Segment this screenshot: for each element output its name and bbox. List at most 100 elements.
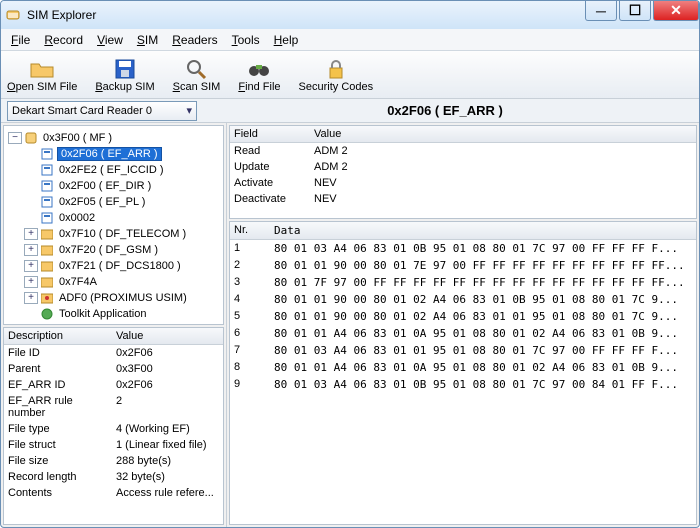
data-row[interactable]: 980 01 03 A4 06 83 01 0B 95 01 08 80 01 … — [230, 376, 696, 393]
left-column: −0x3F00 ( MF )0x2F06 ( EF_ARR )0x2FE2 ( … — [1, 123, 227, 527]
field-row[interactable]: ActivateNEV — [230, 175, 696, 191]
collapse-icon[interactable]: − — [8, 132, 22, 144]
df-icon — [40, 243, 54, 257]
tree-node[interactable]: +0x7F4A — [6, 274, 221, 290]
sim-icon — [24, 131, 38, 145]
file-tree[interactable]: −0x3F00 ( MF )0x2F06 ( EF_ARR )0x2FE2 ( … — [3, 125, 224, 325]
app-icon — [5, 7, 21, 23]
data-row[interactable]: 680 01 01 A4 06 83 01 0A 95 01 08 80 01 … — [230, 325, 696, 342]
field-value: ADM 2 — [310, 143, 696, 159]
desc-row[interactable]: File ID0x2F06 — [4, 345, 223, 361]
ef-icon — [40, 211, 54, 225]
tree-node-label: 0x2F05 ( EF_PL ) — [57, 196, 147, 208]
data-row[interactable]: 880 01 01 A4 06 83 01 0A 95 01 08 80 01 … — [230, 359, 696, 376]
data-nr: 8 — [230, 359, 270, 376]
desc-row[interactable]: EF_ARR ID0x2F06 — [4, 377, 223, 393]
data-bytes: 80 01 03 A4 06 83 01 0B 95 01 08 80 01 7… — [270, 240, 696, 257]
expand-icon[interactable]: + — [24, 244, 38, 256]
expand-icon[interactable]: + — [24, 292, 38, 304]
data-bytes: 80 01 01 90 00 80 01 02 A4 06 83 01 01 9… — [270, 308, 696, 325]
ef-icon — [40, 163, 54, 177]
field-row[interactable]: ReadADM 2 — [230, 143, 696, 159]
folder-icon — [28, 57, 56, 81]
desc-header-key[interactable]: Description — [4, 328, 112, 344]
close-button[interactable]: ✕ — [653, 1, 699, 21]
menu-record[interactable]: Record — [38, 31, 89, 49]
field-value-panel[interactable]: FieldValueReadADM 2UpdateADM 2ActivateNE… — [229, 125, 697, 219]
maximize-button[interactable]: ☐ — [619, 1, 651, 21]
toolbar-magnifier-button[interactable]: Scan SIM — [173, 57, 221, 93]
data-row[interactable]: 180 01 03 A4 06 83 01 0B 95 01 08 80 01 … — [230, 240, 696, 257]
field-header-field[interactable]: Field — [230, 126, 310, 142]
right-column: FieldValueReadADM 2UpdateADM 2ActivateNE… — [227, 123, 699, 527]
tree-node[interactable]: 0x0002 — [6, 210, 221, 226]
expand-icon[interactable]: + — [24, 260, 38, 272]
desc-row[interactable]: Parent0x3F00 — [4, 361, 223, 377]
field-row[interactable]: DeactivateNEV — [230, 191, 696, 207]
desc-row[interactable]: EF_ARR rule number2 — [4, 393, 223, 421]
tree-node[interactable]: +0x7F21 ( DF_DCS1800 ) — [6, 258, 221, 274]
desc-header-value[interactable]: Value — [112, 328, 223, 344]
data-row[interactable]: 780 01 03 A4 06 83 01 01 95 01 08 80 01 … — [230, 342, 696, 359]
reader-select[interactable]: Dekart Smart Card Reader 0 — [7, 101, 197, 121]
data-header-nr[interactable]: Nr. — [230, 222, 270, 239]
desc-row[interactable]: File size288 byte(s) — [4, 453, 223, 469]
menu-tools[interactable]: Tools — [226, 31, 266, 49]
data-row[interactable]: 380 01 7F 97 00 FF FF FF FF FF FF FF FF … — [230, 274, 696, 291]
field-name: Deactivate — [230, 191, 310, 207]
toolbar-folder-button[interactable]: Open SIM File — [7, 57, 77, 93]
tree-node[interactable]: 0x2F05 ( EF_PL ) — [6, 194, 221, 210]
data-row[interactable]: 480 01 01 90 00 80 01 02 A4 06 83 01 0B … — [230, 291, 696, 308]
tree-node[interactable]: +0x7F20 ( DF_GSM ) — [6, 242, 221, 258]
magnifier-icon — [182, 57, 210, 81]
tree-node-label: Toolkit Application — [57, 308, 148, 320]
tree-node-label: 0x7F4A — [57, 276, 99, 288]
desc-row[interactable]: Record length32 byte(s) — [4, 469, 223, 485]
desc-key: Contents — [4, 485, 112, 501]
description-panel[interactable]: DescriptionValueFile ID0x2F06Parent0x3F0… — [3, 327, 224, 525]
app-window: SIM Explorer ─ ☐ ✕ FileRecordViewSIMRead… — [0, 0, 700, 528]
desc-row[interactable]: ContentsAccess rule refere... — [4, 485, 223, 501]
tree-node-label: 0x7F10 ( DF_TELECOM ) — [57, 228, 188, 240]
title-bar[interactable]: SIM Explorer ─ ☐ ✕ — [1, 1, 699, 29]
tree-root[interactable]: −0x3F00 ( MF ) — [6, 130, 221, 146]
desc-value: Access rule refere... — [112, 485, 223, 501]
tree-node[interactable]: 0x2FE2 ( EF_ICCID ) — [6, 162, 221, 178]
tree-node[interactable]: +ADF0 (PROXIMUS USIM) — [6, 290, 221, 306]
work-area: −0x3F00 ( MF )0x2F06 ( EF_ARR )0x2FE2 ( … — [1, 123, 699, 527]
menu-view[interactable]: View — [91, 31, 129, 49]
menu-readers[interactable]: Readers — [166, 31, 223, 49]
data-header-data[interactable]: Data — [270, 222, 696, 239]
toolbar-lock-button[interactable]: Security Codes — [299, 57, 374, 93]
tree-node-label: 0x2F00 ( EF_DIR ) — [57, 180, 153, 192]
data-nr: 4 — [230, 291, 270, 308]
desc-key: EF_ARR rule number — [4, 393, 112, 421]
toolbar-binoculars-button[interactable]: Find File — [238, 57, 280, 93]
data-nr: 1 — [230, 240, 270, 257]
menu-help[interactable]: Help — [268, 31, 305, 49]
tree-node[interactable]: +0x7F10 ( DF_TELECOM ) — [6, 226, 221, 242]
binoculars-icon — [245, 57, 273, 81]
record-data-panel[interactable]: Nr.Data180 01 03 A4 06 83 01 0B 95 01 08… — [229, 221, 697, 525]
tree-node[interactable]: 0x2F06 ( EF_ARR ) — [6, 146, 221, 162]
tree-node[interactable]: Toolkit Application — [6, 306, 221, 322]
tree-node[interactable]: 0x2F00 ( EF_DIR ) — [6, 178, 221, 194]
menu-sim[interactable]: SIM — [131, 31, 164, 49]
field-name: Read — [230, 143, 310, 159]
reader-select-value: Dekart Smart Card Reader 0 — [12, 105, 152, 117]
minimize-button[interactable]: ─ — [585, 1, 617, 21]
desc-row[interactable]: File struct1 (Linear fixed file) — [4, 437, 223, 453]
desc-row[interactable]: File type4 (Working EF) — [4, 421, 223, 437]
data-bytes: 80 01 03 A4 06 83 01 01 95 01 08 80 01 7… — [270, 342, 696, 359]
data-bytes: 80 01 01 A4 06 83 01 0A 95 01 08 80 01 0… — [270, 325, 696, 342]
field-header-value[interactable]: Value — [310, 126, 696, 142]
desc-value: 0x2F06 — [112, 345, 223, 361]
field-row[interactable]: UpdateADM 2 — [230, 159, 696, 175]
menu-file[interactable]: File — [5, 31, 36, 49]
data-row[interactable]: 280 01 01 90 00 80 01 7E 97 00 FF FF FF … — [230, 257, 696, 274]
data-row[interactable]: 580 01 01 90 00 80 01 02 A4 06 83 01 01 … — [230, 308, 696, 325]
toolbar-floppy-button[interactable]: Backup SIM — [95, 57, 154, 93]
expand-icon[interactable]: + — [24, 276, 38, 288]
desc-value: 4 (Working EF) — [112, 421, 223, 437]
expand-icon[interactable]: + — [24, 228, 38, 240]
